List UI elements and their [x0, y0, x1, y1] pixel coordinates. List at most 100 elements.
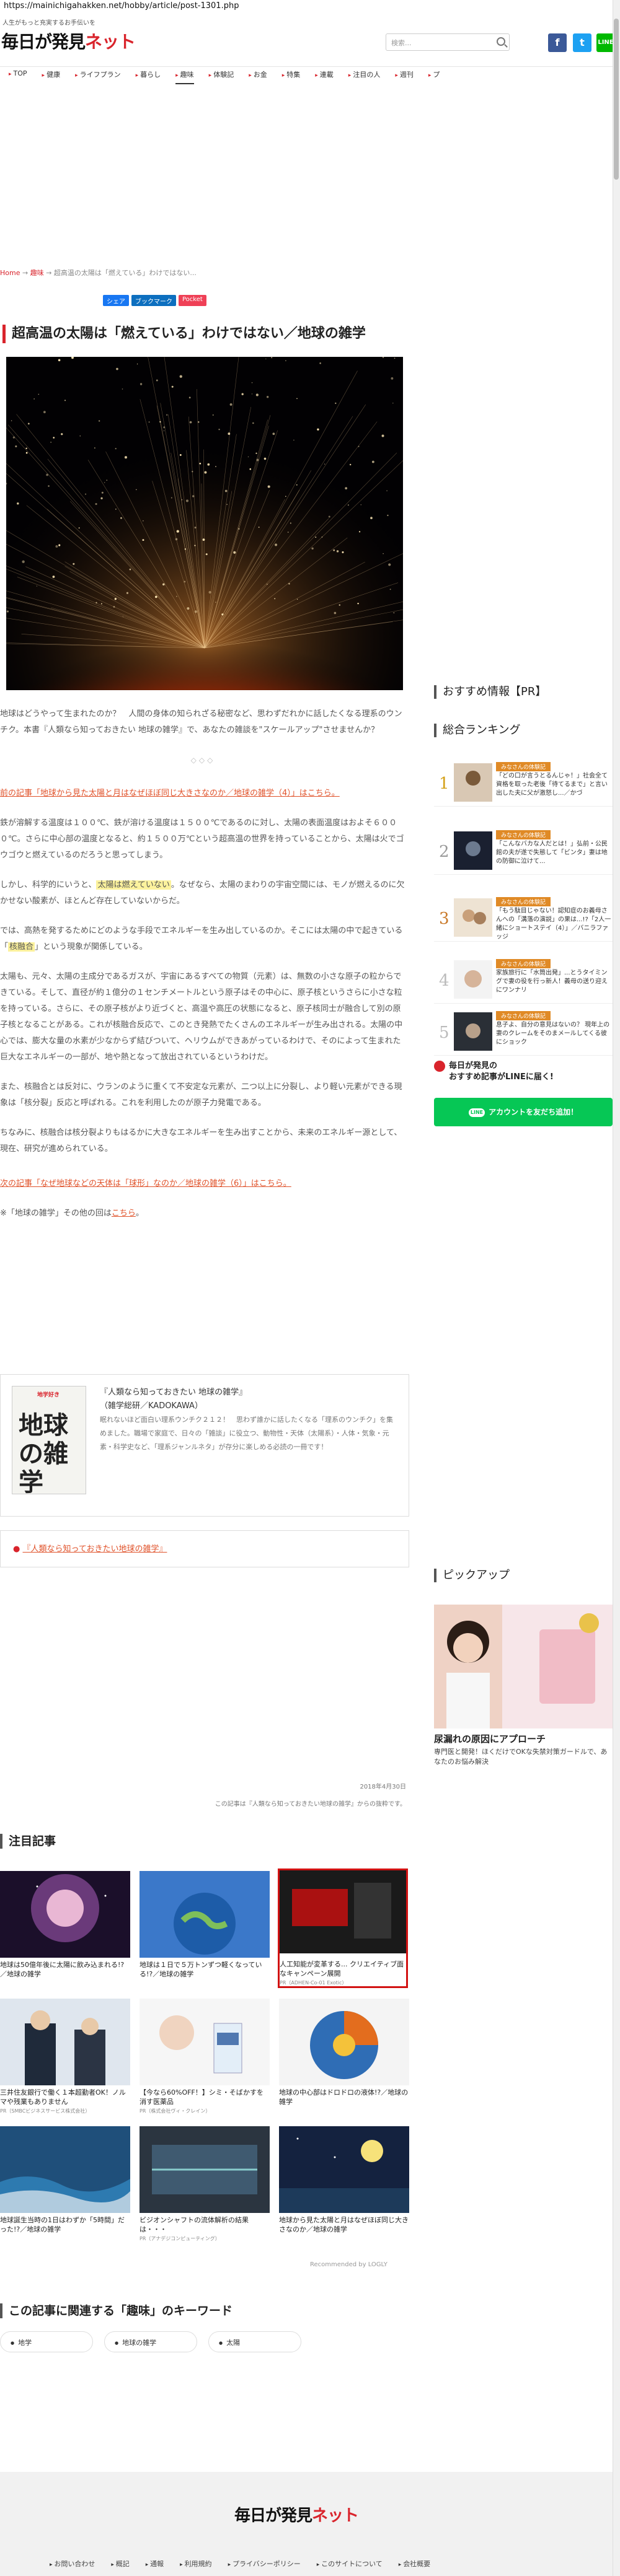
- series-link[interactable]: こちら: [112, 1209, 136, 1218]
- share-pocket-button[interactable]: Pocket: [179, 295, 206, 306]
- source-note: この記事は『人類なら知っておきたい地球の雑学』からの抜粋です。: [215, 1801, 406, 1808]
- rank-thumbnail[interactable]: [454, 960, 492, 999]
- paragraph-6: ちなみに、核融合は核分裂よりもはるかに大きなエネルギーを生み出すことから、未来の…: [0, 1128, 402, 1154]
- nav-item-hobby[interactable]: 趣味: [175, 67, 194, 84]
- rank-title[interactable]: 「こんなバカな人だとは！」弘前・公民館の夫が遂で失態して「ビンタ」妻は地の防御に…: [496, 840, 613, 875]
- card-title[interactable]: 三井住友銀行で働く１本超勤者OK！ノルマや残業もありません: [0, 2088, 130, 2106]
- nav-item-people[interactable]: 注目の人: [348, 67, 380, 84]
- logo-main: 毎日が発見: [1, 32, 86, 52]
- ranking-item[interactable]: 4 みなさんの体験記 家族旅行に「水筒出発」...とうタイミングで妻の役を行っ新…: [434, 954, 613, 1004]
- search-icon[interactable]: [497, 37, 505, 46]
- ranking-item[interactable]: 2 みなさんの体験記 「こんなバカな人だとは！」弘前・公民館の夫が遂で失態して「…: [434, 825, 613, 875]
- featured-card[interactable]: 地球の中心部はドロドロの液体!?／地球の雑学: [279, 1999, 409, 2106]
- keyword-chip[interactable]: 太陽: [208, 2331, 301, 2352]
- rank-title[interactable]: 息子よ、自分の意見はないの？ 現年上の妻のクレームをそのまメールしてくる彼にショ…: [496, 1021, 613, 1056]
- facebook-icon[interactable]: f: [548, 33, 567, 52]
- footer-link[interactable]: 概記: [111, 2559, 130, 2569]
- featured-card[interactable]: 地球は50億年後に太陽に飲み込まれる!?／地球の雑学: [0, 1871, 130, 1979]
- related-book-link[interactable]: 『人類なら知っておきたい地球の雑学』: [22, 1544, 167, 1554]
- rank-tag: みなさんの体験記: [496, 959, 551, 968]
- nav-item-experience[interactable]: 体験記: [209, 67, 234, 84]
- site-tagline: 人生がもっと充実するお手伝いを: [2, 20, 95, 27]
- nav-item-health[interactable]: 健康: [42, 67, 60, 84]
- featured-card[interactable]: 地球誕生当時の1日はわずか「5時間」だった!?／地球の雑学: [0, 2126, 130, 2234]
- card-thumbnail[interactable]: [0, 2126, 130, 2213]
- nav-item-series[interactable]: 連載: [315, 67, 334, 84]
- featured-card[interactable]: 地球は１日で５万トンずつ軽くなっている!?／地球の雑学: [140, 1871, 270, 1979]
- page-scrollbar[interactable]: [613, 0, 620, 2576]
- breadcrumb-home[interactable]: Home: [0, 269, 20, 277]
- keyword-list: 地学 地球の雑学 太陽: [0, 2331, 301, 2352]
- series-suffix: 。: [135, 1209, 144, 1218]
- card-title[interactable]: 地球は50億年後に太陽に飲み込まれる!?／地球の雑学: [0, 1960, 130, 1979]
- footer-link[interactable]: お問い合わせ: [50, 2559, 95, 2569]
- share-hatena-button[interactable]: ブックマーク: [131, 295, 176, 306]
- card-thumbnail[interactable]: [279, 2126, 409, 2213]
- rank-thumbnail[interactable]: [454, 763, 492, 802]
- ranking-item[interactable]: 5 みなさんの体験記 息子よ、自分の意見はないの？ 現年上の妻のクレームをそのま…: [434, 1006, 613, 1056]
- featured-card-ad[interactable]: 三井住友銀行で働く１本超勤者OK！ノルマや残業もありません PR（SMBCビジネ…: [0, 1999, 130, 2114]
- card-title[interactable]: 【今なら60%OFF！】シミ・そばかすを消す医薬品: [140, 2088, 270, 2106]
- nav-item-lifeplan[interactable]: ライフプラン: [75, 67, 121, 84]
- nav-item-money[interactable]: お金: [249, 67, 267, 84]
- book-cover[interactable]: 地学好き 地球の雑学: [12, 1386, 86, 1494]
- pickup-subcaption[interactable]: 専門医と開発！ほくだけでOKな失禁対策ガードルで、あなたのお悩み解決: [434, 1747, 614, 1767]
- rank-thumbnail[interactable]: [454, 1012, 492, 1051]
- nav-item-living[interactable]: 暮らし: [136, 67, 161, 84]
- footer-link[interactable]: 通報: [146, 2559, 164, 2569]
- rank-thumbnail[interactable]: [454, 831, 492, 870]
- nav-item-weekly[interactable]: 週刊: [395, 67, 414, 84]
- share-facebook-button[interactable]: シェア: [103, 295, 129, 306]
- footer-link[interactable]: プライバシーポリシー: [228, 2559, 301, 2569]
- card-thumbnail[interactable]: [140, 2126, 270, 2213]
- card-thumbnail[interactable]: [0, 1999, 130, 2085]
- twitter-icon[interactable]: t: [573, 33, 591, 52]
- line-add-friend-button[interactable]: LINE アカウントを友だち追加！: [434, 1098, 613, 1126]
- featured-card-ad[interactable]: ビジオンシャフトの流体解析の結果は・・・ PR（アナデジコンピューティング）: [140, 2126, 270, 2242]
- footer-link[interactable]: 利用規約: [180, 2559, 212, 2569]
- nav-item-top[interactable]: TOP: [9, 67, 27, 84]
- keyword-chip[interactable]: 地球の雑学: [104, 2331, 197, 2352]
- footer-link[interactable]: 会社概要: [399, 2559, 430, 2569]
- site-logo[interactable]: 毎日が発見ネット: [1, 28, 136, 53]
- prev-article-link[interactable]: 前の記事「地球から見た太陽と月はなぜほぼ同じ大きさなのか／地球の雑学（4）」はこ…: [0, 789, 340, 798]
- nav-item-more[interactable]: プ: [428, 67, 440, 84]
- nav-item-special[interactable]: 特集: [282, 67, 300, 84]
- pickup-caption[interactable]: 尿漏れの原因にアプローチ: [434, 1732, 546, 1745]
- card-thumbnail[interactable]: [279, 1999, 409, 2085]
- footer-logo[interactable]: 毎日が発見ネット: [234, 2503, 359, 2526]
- featured-card-ad[interactable]: 人工知能が変革する... クリエイティブ面なキャンペーン展開 PR（ADHEN-…: [278, 1868, 408, 1988]
- card-title[interactable]: 地球誕生当時の1日はわずか「5時間」だった!?／地球の雑学: [0, 2215, 130, 2234]
- highlight-not-burning: 太陽は燃えていない: [96, 880, 171, 890]
- footer-link[interactable]: このサイトについて: [317, 2559, 383, 2569]
- next-article-link[interactable]: 次の記事「なぜ地球などの天体は「球形」なのか／地球の雑学（6）」はこちら。: [0, 1179, 291, 1188]
- featured-card-ad[interactable]: 【今なら60%OFF！】シミ・そばかすを消す医薬品 PR（株式会社ヴィ・クレイン…: [140, 1999, 270, 2114]
- article-title: 超高温の太陽は「燃えている」わけではない／地球の雑学: [2, 325, 405, 343]
- recommended-by[interactable]: Recommended by LOGLY: [310, 2261, 388, 2268]
- ranking-item[interactable]: 1 みなさんの体験記 「どの口が言うとるんじゃ！」社会全て資格を取った老後「待て…: [434, 757, 613, 807]
- pickup-ad-image[interactable]: [434, 1605, 613, 1728]
- rank-thumbnail[interactable]: [454, 898, 492, 937]
- highlight-fusion: 核融合: [8, 942, 35, 952]
- card-thumbnail[interactable]: [140, 1871, 270, 1958]
- ranking-item[interactable]: 3 みなさんの体験記 「もう駄目じゃない！認知症のお義母さんへの「溝落の演説」の…: [434, 892, 613, 942]
- card-title[interactable]: ビジオンシャフトの流体解析の結果は・・・: [140, 2215, 270, 2234]
- scrollbar-thumb[interactable]: [614, 19, 619, 180]
- search-input[interactable]: 検索...: [386, 33, 510, 51]
- rank-title[interactable]: 「どの口が言うとるんじゃ！」社会全て資格を取った老後「待てるまで」と言い出した夫…: [496, 772, 613, 807]
- card-pr: PR（ADHEN-Co-01 Exotic）: [280, 1980, 347, 1986]
- card-thumbnail[interactable]: [0, 1871, 130, 1958]
- featured-card[interactable]: 地球から見た太陽と月はなぜほぼ同じ大きさなのか／地球の雑学: [279, 2126, 409, 2234]
- card-title[interactable]: 地球の中心部はドロドロの液体!?／地球の雑学: [279, 2088, 409, 2106]
- rank-title[interactable]: 「もう駄目じゃない！認知症のお義母さんへの「溝落の演説」の果は...!?「2人一…: [496, 907, 613, 942]
- breadcrumb-category[interactable]: 趣味: [30, 269, 44, 277]
- keyword-chip[interactable]: 地学: [0, 2331, 93, 2352]
- card-thumbnail[interactable]: [280, 1870, 406, 1957]
- card-title[interactable]: 人工知能が変革する... クリエイティブ面なキャンペーン展開: [280, 1960, 406, 1978]
- card-pr: PR（SMBCビジネスサービス株式会社）: [0, 2108, 91, 2114]
- card-title[interactable]: 地球から見た太陽と月はなぜほぼ同じ大きさなのか／地球の雑学: [279, 2215, 409, 2234]
- browser-url-bar[interactable]: https://mainichigahakken.net/hobby/artic…: [0, 0, 620, 11]
- card-thumbnail[interactable]: [140, 1999, 270, 2085]
- rank-title[interactable]: 家族旅行に「水筒出発」...とうタイミングで妻の役を行っ新人！義母の送り迎えにワ…: [496, 969, 613, 1004]
- card-title[interactable]: 地球は１日で５万トンずつ軽くなっている!?／地球の雑学: [140, 1960, 270, 1979]
